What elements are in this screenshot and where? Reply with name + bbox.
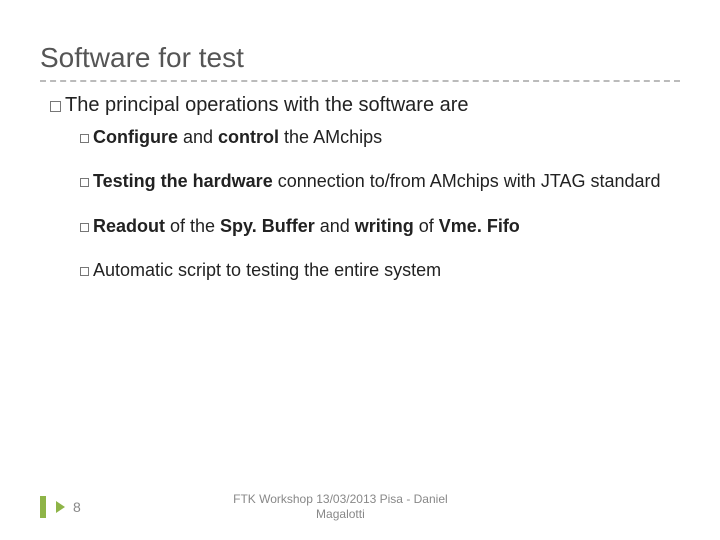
bullet-text-fragment: of — [414, 216, 439, 236]
sub-bullet: Automatic script to testing the entire s… — [50, 258, 680, 282]
main-bullet-rest: principal operations with the software a… — [99, 94, 468, 116]
bullet-text-fragment: writing — [355, 216, 414, 236]
sub-bullet-list: Configure and control the AMchips Testing… — [50, 125, 680, 282]
sub-bullet: Testing the hardware connection to/from … — [50, 169, 680, 193]
bullet-text-fragment: Configure — [93, 127, 178, 147]
bullet-text-fragment: and — [178, 127, 218, 147]
square-bullet-icon — [50, 101, 61, 112]
bullet-text-fragment: control — [218, 127, 279, 147]
bullet-text-fragment: and — [315, 216, 355, 236]
footer: 8 FTK Workshop 13/03/2013 Pisa - Daniel … — [0, 492, 720, 522]
main-bullet-prefix: The — [65, 94, 99, 116]
page-number: 8 — [73, 499, 81, 515]
sub-bullet: Configure and control the AMchips — [50, 125, 680, 149]
title-underline — [40, 80, 680, 82]
slide-title: Software for test — [40, 42, 680, 74]
bullet-text-fragment: Testing the hardware — [93, 171, 273, 191]
bullet-text-fragment: of the — [165, 216, 220, 236]
square-bullet-icon — [80, 178, 89, 187]
bullet-text-fragment: the AMchips — [279, 127, 382, 147]
sub-bullet: Readout of the Spy. Buffer and writing o… — [50, 214, 680, 238]
bullet-text-fragment: script to testing the entire system — [173, 260, 441, 280]
footer-line1: FTK Workshop 13/03/2013 Pisa - Daniel — [233, 492, 448, 506]
content-area: The principal operations with the softwa… — [40, 92, 680, 282]
bullet-text-fragment: connection to/from AMchips with JTAG sta… — [273, 171, 661, 191]
bullet-text-fragment: Automatic — [93, 260, 173, 280]
accent-bar-icon — [40, 496, 46, 518]
square-bullet-icon — [80, 134, 89, 143]
main-bullet: The principal operations with the softwa… — [50, 92, 680, 119]
arrow-right-icon — [56, 501, 65, 513]
square-bullet-icon — [80, 267, 89, 276]
bullet-text-fragment: Spy. Buffer — [220, 216, 315, 236]
square-bullet-icon — [80, 223, 89, 232]
bullet-text-fragment: Vme. Fifo — [439, 216, 520, 236]
bullet-text-fragment: Readout — [93, 216, 165, 236]
footer-text: FTK Workshop 13/03/2013 Pisa - Daniel Ma… — [81, 492, 720, 522]
footer-line2: Magalotti — [316, 507, 365, 521]
slide: Software for test The principal operatio… — [0, 0, 720, 540]
